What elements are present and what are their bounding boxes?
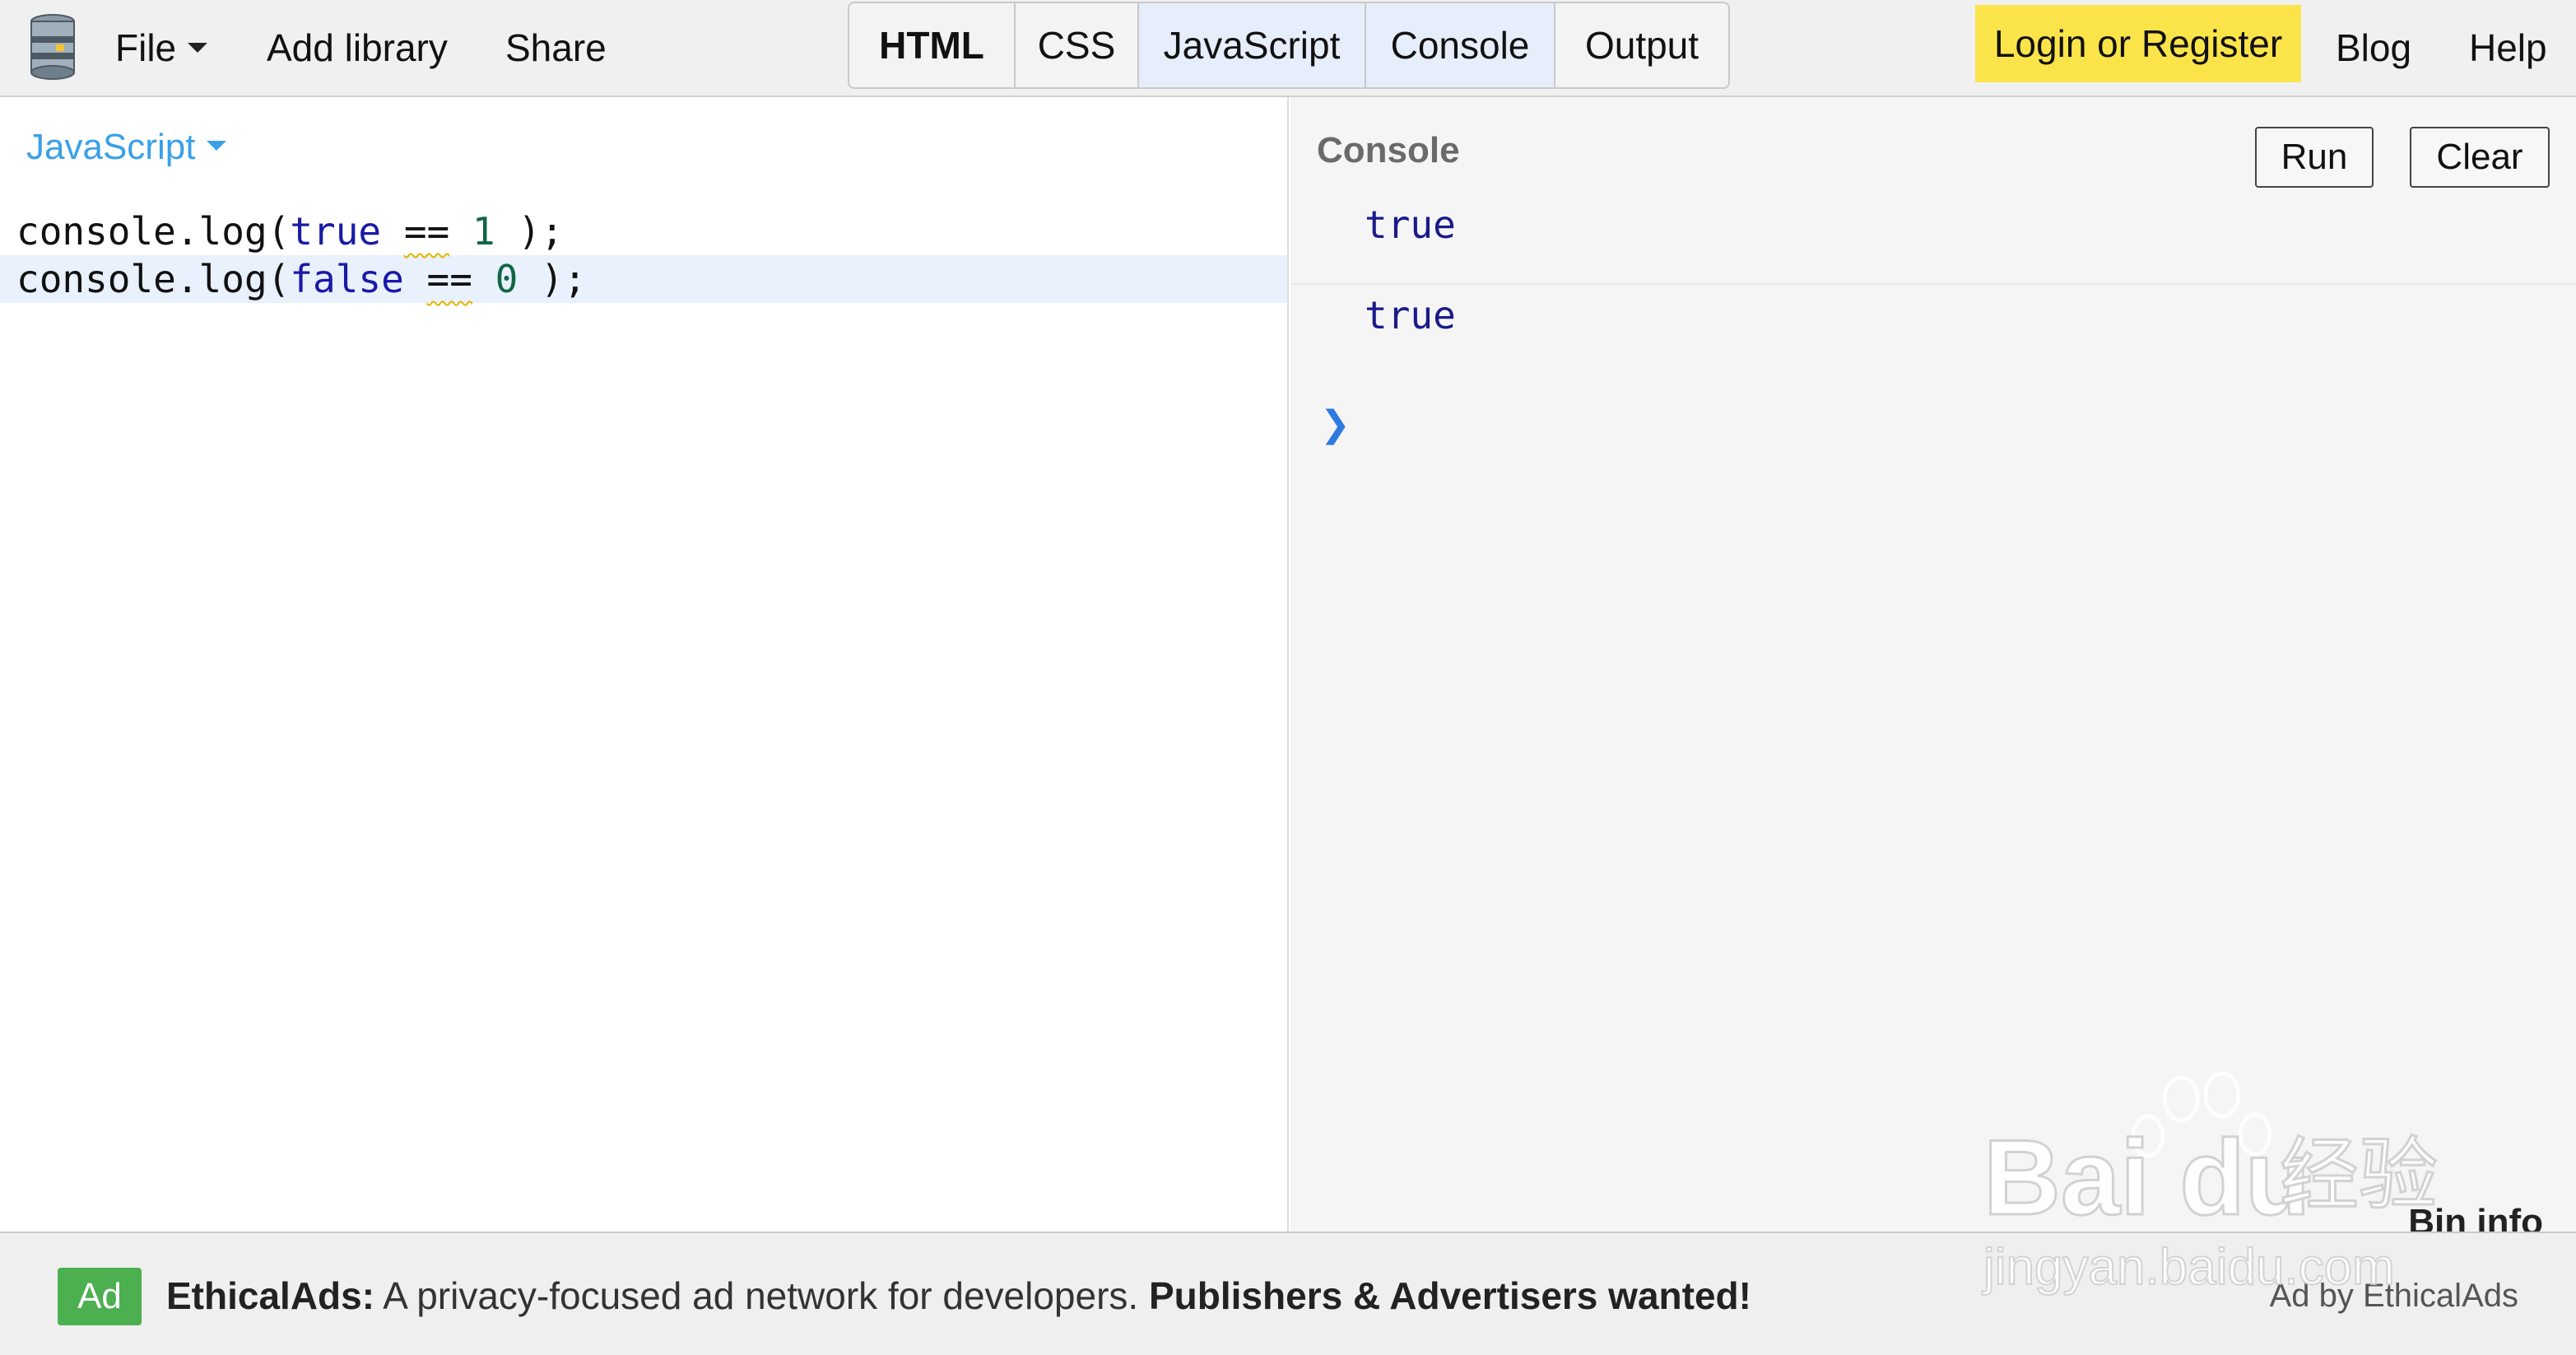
ad-bar: Ad EthicalAds: A privacy-focused ad netw…: [0, 1232, 2576, 1355]
ad-cta: Publishers & Advertisers wanted!: [1148, 1274, 1751, 1317]
code-editor[interactable]: console.log(true == 1 ); console.log(fal…: [0, 207, 1287, 303]
code-keyword: true: [290, 209, 382, 254]
tab-css[interactable]: CSS: [1016, 3, 1139, 87]
console-output-line: true: [1365, 293, 1456, 338]
tab-javascript[interactable]: JavaScript: [1139, 3, 1366, 87]
code-line-current[interactable]: console.log(false == 0 );: [0, 255, 1287, 303]
clear-button[interactable]: Clear: [2410, 127, 2550, 188]
chevron-down-icon: [207, 141, 227, 151]
top-bar: File Add library Share HTML CSS JavaScri…: [0, 0, 2576, 97]
code-keyword: false: [290, 257, 404, 301]
file-menu-label: File: [115, 26, 177, 69]
language-selector[interactable]: JavaScript: [26, 127, 227, 168]
share-menu[interactable]: Share: [505, 0, 607, 95]
jsbin-app: File Add library Share HTML CSS JavaScri…: [0, 0, 2576, 1355]
tab-output[interactable]: Output: [1555, 3, 1728, 87]
ad-by-ethicalads-link[interactable]: Ad by EthicalAds: [2270, 1266, 2518, 1325]
add-library-menu[interactable]: Add library: [267, 0, 448, 95]
ad-text[interactable]: EthicalAds: A privacy-focused ad network…: [166, 1266, 1751, 1325]
help-link[interactable]: Help: [2469, 0, 2547, 95]
ad-message: A privacy-focused ad network for develop…: [374, 1274, 1149, 1317]
console-panel: Console Run Clear true true ❯ Bin info: [1290, 97, 2576, 1242]
jsbin-logo-icon[interactable]: [25, 12, 81, 81]
tab-html[interactable]: HTML: [849, 3, 1016, 87]
code-operator-warning: ==: [403, 209, 450, 254]
console-prompt-icon[interactable]: ❯: [1320, 403, 1351, 445]
language-selector-label: JavaScript: [26, 127, 196, 167]
code-line[interactable]: console.log(true == 1 );: [0, 207, 1287, 255]
panel-tabs: HTML CSS JavaScript Console Output: [848, 2, 1730, 89]
ad-brand: EthicalAds:: [166, 1274, 375, 1317]
code-call: console.log(: [16, 209, 291, 254]
code-close: );: [518, 257, 587, 301]
login-register-button[interactable]: Login or Register: [1975, 5, 2301, 82]
console-title: Console: [1317, 130, 1460, 170]
code-number: 1: [472, 209, 495, 254]
file-menu[interactable]: File: [115, 0, 208, 95]
code-operator-warning: ==: [426, 257, 472, 301]
chevron-down-icon: [188, 42, 208, 53]
console-output-line: true: [1290, 196, 2576, 285]
blog-link[interactable]: Blog: [2336, 0, 2411, 95]
code-call: console.log(: [16, 257, 291, 301]
javascript-editor-panel: JavaScript console.log(true == 1 ); cons…: [0, 97, 1289, 1232]
ad-badge: Ad: [58, 1268, 142, 1325]
run-button[interactable]: Run: [2255, 127, 2374, 188]
code-number: 0: [495, 257, 518, 301]
tab-console[interactable]: Console: [1366, 3, 1555, 87]
code-close: );: [495, 209, 564, 254]
